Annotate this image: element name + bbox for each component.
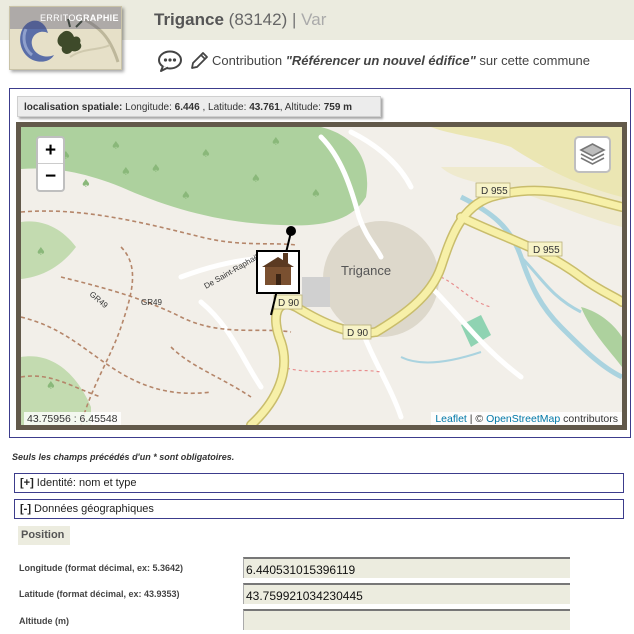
svg-text:♠: ♠	[271, 135, 281, 148]
road-label: D 90	[347, 328, 369, 339]
section-geo-toggle[interactable]: [-] Données géographiques	[14, 499, 624, 519]
contribution-link[interactable]: Contribution "Référencer un nouvel édifi…	[212, 53, 590, 68]
svg-text:♠: ♠	[151, 162, 161, 175]
pencil-icon[interactable]	[188, 50, 210, 77]
zoom-in-button[interactable]: +	[38, 138, 63, 164]
spatial-location-box: localisation spatiale: Longitude: 6.446 …	[17, 96, 381, 117]
cursor-coordinates: 43.75956 : 6.45548	[24, 412, 121, 425]
svg-text:♠: ♠	[46, 379, 56, 392]
leaflet-link[interactable]: Leaflet	[435, 413, 467, 425]
svg-text:♠: ♠	[121, 165, 131, 178]
svg-text:♠: ♠	[181, 189, 191, 202]
latitude-input[interactable]	[243, 583, 570, 604]
svg-text:♠: ♠	[81, 177, 91, 190]
map[interactable]: ♠ ♠ ♠ ♠ ♠ ♠ ♠ ♠ ♠ ♠ ♠ ♠ D 955 D 955 D 90…	[16, 122, 627, 430]
longitude-input[interactable]	[243, 557, 570, 578]
section-identity-toggle[interactable]: [+] Identité: nom et type	[14, 473, 624, 493]
longitude-label: Longitude (format décimal, ex: 5.3642)	[19, 563, 184, 573]
altitude-input[interactable]	[243, 609, 570, 630]
comment-icon[interactable]	[157, 50, 183, 77]
required-note: Seuls les champs précédés d'un * sont ob…	[12, 452, 235, 462]
latitude-label: Latitude (format décimal, ex: 43.9353)	[19, 589, 180, 599]
commune-name: Trigance	[154, 10, 224, 29]
svg-text:♠: ♠	[36, 245, 46, 258]
layers-button[interactable]	[574, 136, 611, 173]
position-heading: Position	[18, 526, 70, 545]
map-attribution: Leaflet | © OpenStreetMap contributors	[431, 412, 622, 425]
osm-link[interactable]: OpenStreetMap	[486, 413, 560, 425]
altitude-label: Altitude (m)	[19, 616, 69, 626]
title-separator: |	[292, 10, 297, 29]
territographie-logo[interactable]: ERRITOGRAPHIE	[9, 6, 122, 70]
page-title: Trigance (83142) | Var	[154, 10, 326, 30]
svg-text:♠: ♠	[201, 147, 211, 160]
map-tiles[interactable]: ♠♠♠ ♠♠♠ ♠ ♠♠ ♠♠♠ D 955 D 955 D 90 D 90 G…	[21, 127, 622, 425]
logo-text: ERRITOGRAPHIE	[40, 13, 119, 23]
road-label: D 955	[533, 245, 560, 256]
commune-code: (83142)	[228, 10, 288, 29]
road-label: D 955	[481, 186, 508, 197]
svg-text:♠: ♠	[111, 139, 121, 152]
department-link[interactable]: Var	[301, 10, 326, 29]
road-label: D 90	[278, 298, 300, 309]
svg-text:♠: ♠	[311, 187, 321, 200]
zoom-control: + −	[36, 136, 65, 192]
place-label: Trigance	[341, 263, 391, 278]
svg-text:♠: ♠	[251, 172, 261, 185]
zoom-out-button[interactable]: −	[38, 164, 63, 190]
layers-icon	[579, 143, 606, 165]
path-label: GR49	[141, 298, 162, 307]
